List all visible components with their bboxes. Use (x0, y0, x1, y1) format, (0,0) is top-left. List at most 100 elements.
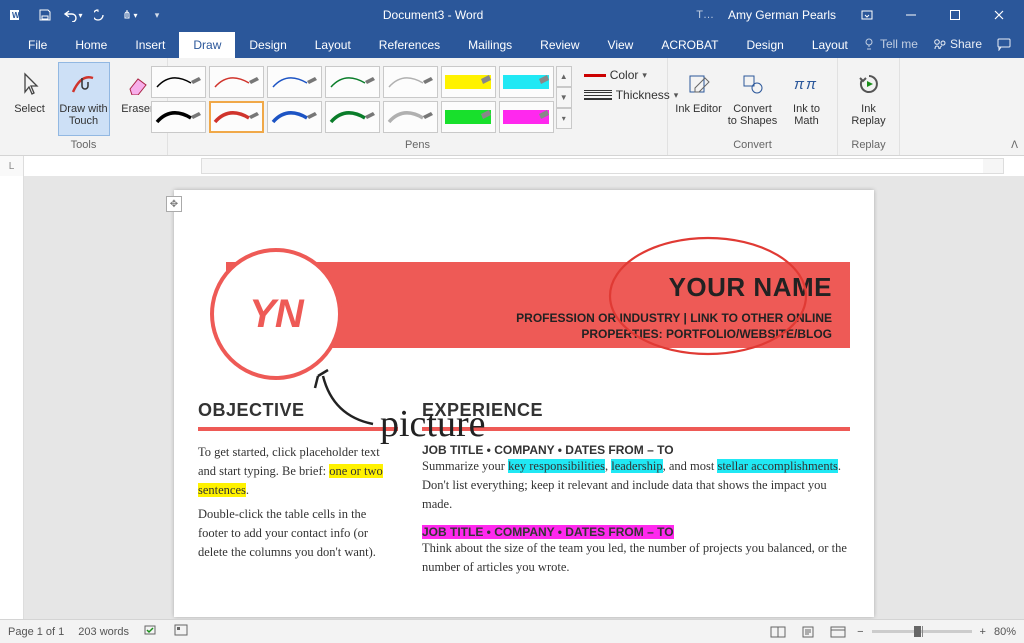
svg-text:π: π (794, 76, 805, 93)
job2-body[interactable]: Think about the size of the team you led… (422, 539, 850, 577)
close-icon[interactable] (978, 0, 1020, 30)
objective-p1[interactable]: To get started, click placeholder text a… (198, 443, 398, 499)
pen-black-thin[interactable] (151, 66, 206, 98)
touch-draw-icon (70, 69, 98, 99)
tab-design[interactable]: Design (235, 32, 300, 58)
convert-to-shapes-button[interactable]: Convert to Shapes (727, 62, 779, 136)
pen-scroll-up[interactable]: ▲ (556, 66, 572, 87)
highlighter-magenta[interactable] (499, 101, 554, 133)
word-count[interactable]: 203 words (78, 626, 129, 638)
pen-gray-thin[interactable] (383, 66, 438, 98)
draw-with-touch-button[interactable]: Draw with Touch (58, 62, 110, 136)
experience-column[interactable]: EXPERIENCE JOB TITLE • COMPANY • DATES F… (422, 400, 850, 577)
maximize-icon[interactable] (934, 0, 976, 30)
pen-blue-thick[interactable] (267, 101, 322, 133)
pen-green-thin[interactable] (325, 66, 380, 98)
highlighter-green[interactable] (441, 101, 496, 133)
horizontal-ruler[interactable] (24, 156, 1024, 176)
pen-blue-thin[interactable] (267, 66, 322, 98)
macro-icon[interactable] (173, 623, 189, 640)
tab-view[interactable]: View (594, 32, 648, 58)
share-button[interactable]: Share (932, 37, 982, 51)
pen-red-thick[interactable] (209, 101, 264, 133)
pen-green-thick[interactable] (325, 101, 380, 133)
name-heading[interactable]: YOUR NAME (669, 274, 832, 300)
ink-editor-button[interactable]: Ink Editor (673, 62, 725, 136)
tab-insert[interactable]: Insert (121, 32, 179, 58)
pen-gallery-scroll: ▲ ▼ ▾ (556, 66, 572, 137)
tab-table-design[interactable]: Design (732, 32, 797, 58)
zoom-out-button[interactable]: − (857, 626, 863, 638)
table-move-handle[interactable]: ✥ (166, 196, 182, 212)
ruler-corner: L (0, 156, 24, 176)
read-mode-icon[interactable] (767, 623, 789, 641)
tab-references[interactable]: References (365, 32, 454, 58)
touch-mode-icon[interactable]: ▾ (116, 2, 142, 28)
cursor-icon (21, 69, 39, 99)
pen-color-swatch (584, 74, 606, 77)
pen-scroll-down[interactable]: ▼ (556, 87, 572, 108)
resume-header: YOUR NAME PROFESSION OR INDUSTRY | LINK … (198, 226, 850, 386)
word-app-icon: W (4, 2, 30, 28)
math-icon: ππ (794, 69, 820, 99)
tab-review[interactable]: Review (526, 32, 593, 58)
document-title: Document3 - Word (170, 8, 696, 22)
zoom-level[interactable]: 80% (994, 626, 1016, 638)
job2-title[interactable]: JOB TITLE • COMPANY • DATES FROM – TO (422, 525, 850, 539)
pen-thickness-dropdown[interactable]: Thickness ▾ (584, 88, 679, 102)
select-tool-button[interactable]: Select (4, 62, 56, 136)
collapse-ribbon-icon[interactable]: ᐱ (1011, 140, 1018, 151)
ink-replay-button[interactable]: Ink Replay (843, 62, 895, 136)
tab-home[interactable]: Home (61, 32, 121, 58)
pen-black-thick[interactable] (151, 101, 206, 133)
tab-layout[interactable]: Layout (301, 32, 365, 58)
highlighter-yellow[interactable] (441, 66, 496, 98)
signed-in-user[interactable]: Amy German Pearls (720, 8, 844, 22)
zoom-slider[interactable] (872, 630, 972, 633)
undo-icon[interactable]: ▾ (60, 2, 86, 28)
objective-p2[interactable]: Double-click the table cells in the foot… (198, 505, 398, 561)
group-label-convert: Convert (733, 139, 772, 153)
ink-to-math-button[interactable]: ππ Ink to Math (781, 62, 833, 136)
spellcheck-icon[interactable] (143, 623, 159, 640)
page[interactable]: ✥ YOUR NAME PROFESSION OR INDUSTRY | LIN… (174, 190, 874, 617)
tab-table-layout[interactable]: Layout (798, 32, 862, 58)
minimize-icon[interactable] (890, 0, 932, 30)
ruler-area: L (0, 156, 1024, 176)
tab-file[interactable]: File (14, 32, 61, 58)
pen-gallery-expand[interactable]: ▾ (556, 108, 572, 129)
web-layout-icon[interactable] (827, 623, 849, 641)
pen-gray-thick[interactable] (383, 101, 438, 133)
tab-draw[interactable]: Draw (179, 32, 235, 58)
svg-text:π: π (806, 76, 817, 93)
ribbon-tabs: File Home Insert Draw Design Layout Refe… (0, 30, 1024, 58)
qat-customize-icon[interactable]: ▾ (144, 2, 170, 28)
group-label-tools: Tools (71, 139, 97, 153)
tab-acrobat[interactable]: ACROBAT (647, 32, 732, 58)
replay-icon (857, 69, 881, 99)
tell-me-search[interactable]: Tell me (862, 37, 918, 51)
redo-icon[interactable] (88, 2, 114, 28)
ribbon: Select Draw with Touch Eraser Tools (0, 58, 1024, 156)
svg-text:W: W (12, 11, 20, 20)
experience-title: EXPERIENCE (422, 400, 850, 421)
job1-title[interactable]: JOB TITLE • COMPANY • DATES FROM – TO (422, 443, 850, 457)
print-layout-icon[interactable] (797, 623, 819, 641)
comments-icon[interactable] (996, 37, 1012, 51)
initials-circle[interactable]: YN (210, 248, 342, 380)
job1-body[interactable]: Summarize your key responsibilities, lea… (422, 457, 850, 513)
pen-gallery (149, 62, 556, 137)
vertical-ruler[interactable] (0, 176, 24, 619)
tab-mailings[interactable]: Mailings (454, 32, 526, 58)
highlighter-cyan[interactable] (499, 66, 554, 98)
initials-text: YN (249, 292, 303, 337)
ribbon-display-options-icon[interactable] (846, 0, 888, 30)
pen-color-dropdown[interactable]: Color ▾ (584, 68, 679, 82)
page-indicator[interactable]: Page 1 of 1 (8, 626, 64, 638)
save-icon[interactable] (32, 2, 58, 28)
document-scroll[interactable]: ✥ YOUR NAME PROFESSION OR INDUSTRY | LIN… (24, 176, 1024, 619)
zoom-in-button[interactable]: + (980, 626, 986, 638)
pen-red-thin[interactable] (209, 66, 264, 98)
objective-column[interactable]: OBJECTIVE To get started, click placehol… (198, 400, 398, 577)
subtitle-text[interactable]: PROFESSION OR INDUSTRY | LINK TO OTHER O… (472, 310, 832, 342)
